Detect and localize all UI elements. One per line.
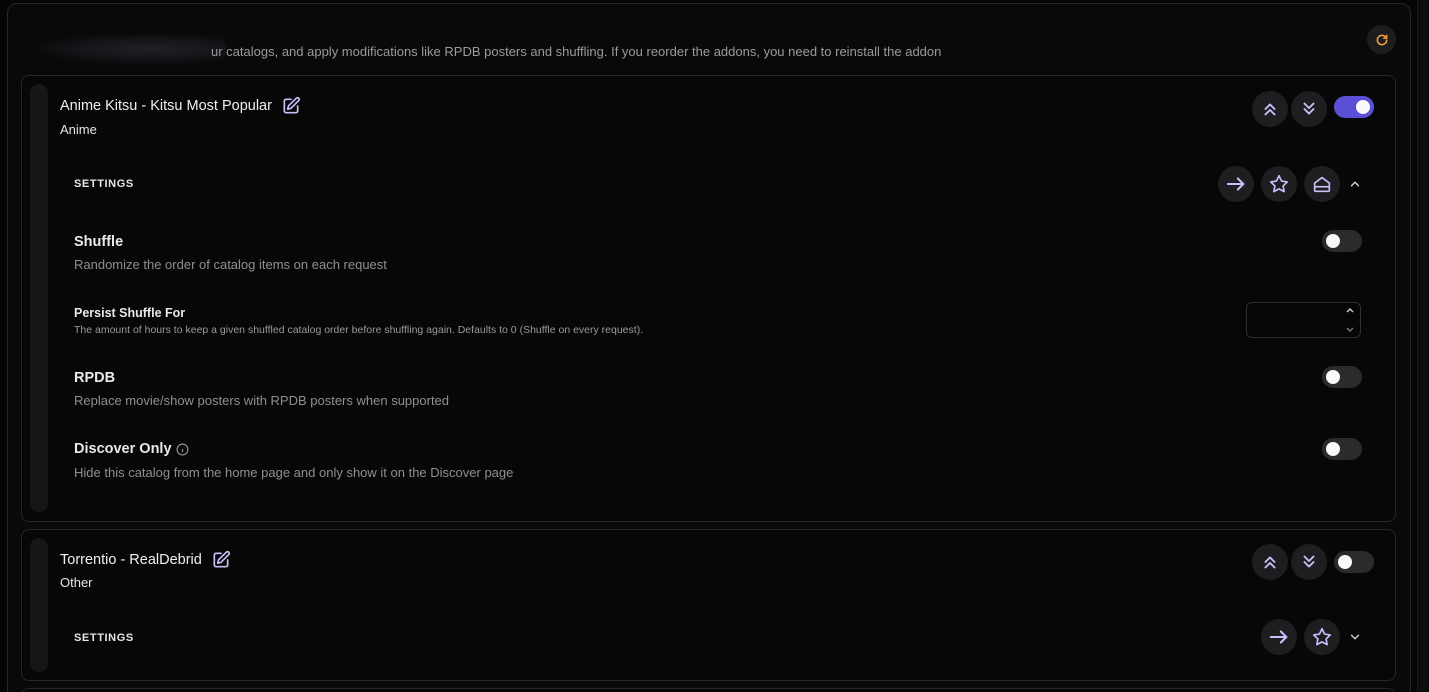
catalog-card-anime-kitsu: Anime Kitsu - Kitsu Most Popular Anime S… [21,75,1396,522]
persist-shuffle-input[interactable] [1246,302,1361,338]
shuffle-toggle[interactable] [1322,230,1362,252]
arrow-right-icon [1226,177,1245,191]
rpdb-title: RPDB [74,370,116,386]
move-to-top-button[interactable] [1252,544,1288,580]
rpdb-toggle[interactable] [1322,366,1362,388]
move-to-bottom-button[interactable] [1291,544,1327,580]
catalog-title: Torrentio - RealDebrid [60,550,231,570]
discover-only-description: Hide this catalog from the home page and… [74,465,514,480]
discover-only-toggle[interactable] [1322,438,1362,460]
blurred-heading [36,34,226,64]
chevron-down-icon[interactable] [1348,630,1362,644]
catalog-enabled-toggle[interactable] [1334,96,1374,118]
spin-up-icon[interactable] [1345,306,1355,314]
drag-handle[interactable] [30,538,48,672]
edit-icon[interactable] [281,96,301,116]
persist-shuffle-description: The amount of hours to keep a given shuf… [74,324,644,336]
refresh-button[interactable] [1367,25,1396,54]
catalog-title-text: Anime Kitsu - Kitsu Most Popular [60,98,272,114]
catalog-type: Anime [60,122,97,137]
catalog-title: Anime Kitsu - Kitsu Most Popular [60,96,301,116]
home-icon [1313,176,1331,193]
catalog-card-torrentio: Torrentio - RealDebrid Other SETTINGS [21,529,1396,681]
settings-label: SETTINGS [74,178,134,190]
catalog-title-text: Torrentio - RealDebrid [60,552,202,568]
arrow-right-icon [1269,630,1288,644]
discover-only-title: Discover Only [74,441,189,457]
toggle-knob [1338,555,1352,569]
move-arrow-button[interactable] [1261,619,1297,655]
favorite-button[interactable] [1261,166,1297,202]
shuffle-title: Shuffle [74,234,124,250]
favorite-button[interactable] [1304,619,1340,655]
double-chevron-up-icon [1264,556,1276,569]
edit-icon[interactable] [211,550,231,570]
page-edge [1417,0,1429,692]
number-spinner[interactable] [1344,306,1356,334]
star-icon [1269,174,1289,193]
discover-only-label: Discover Only [74,441,172,457]
home-button[interactable] [1304,166,1340,202]
info-icon[interactable] [176,443,189,456]
catalog-enabled-toggle[interactable] [1334,551,1374,573]
move-to-bottom-button[interactable] [1291,91,1327,127]
rpdb-description: Replace movie/show posters with RPDB pos… [74,393,450,408]
chevron-up-icon[interactable] [1348,177,1362,191]
drag-handle[interactable] [30,84,48,512]
panel-description: ur catalogs, and apply modifications lik… [211,44,942,59]
toggle-knob [1326,442,1340,456]
double-chevron-up-icon [1264,103,1276,116]
refresh-icon [1376,34,1387,45]
star-icon [1312,627,1332,646]
double-chevron-down-icon [1303,102,1315,115]
catalog-card-next [21,688,1396,692]
toggle-knob [1326,370,1340,384]
move-arrow-button[interactable] [1218,166,1254,202]
persist-shuffle-title: Persist Shuffle For [74,306,186,320]
double-chevron-down-icon [1303,555,1315,568]
move-to-top-button[interactable] [1252,91,1288,127]
catalog-type: Other [60,575,93,590]
shuffle-description: Randomize the order of catalog items on … [74,257,387,272]
spin-down-icon[interactable] [1345,326,1355,334]
toggle-knob [1326,234,1340,248]
settings-label: SETTINGS [74,632,134,644]
toggle-knob [1356,100,1370,114]
